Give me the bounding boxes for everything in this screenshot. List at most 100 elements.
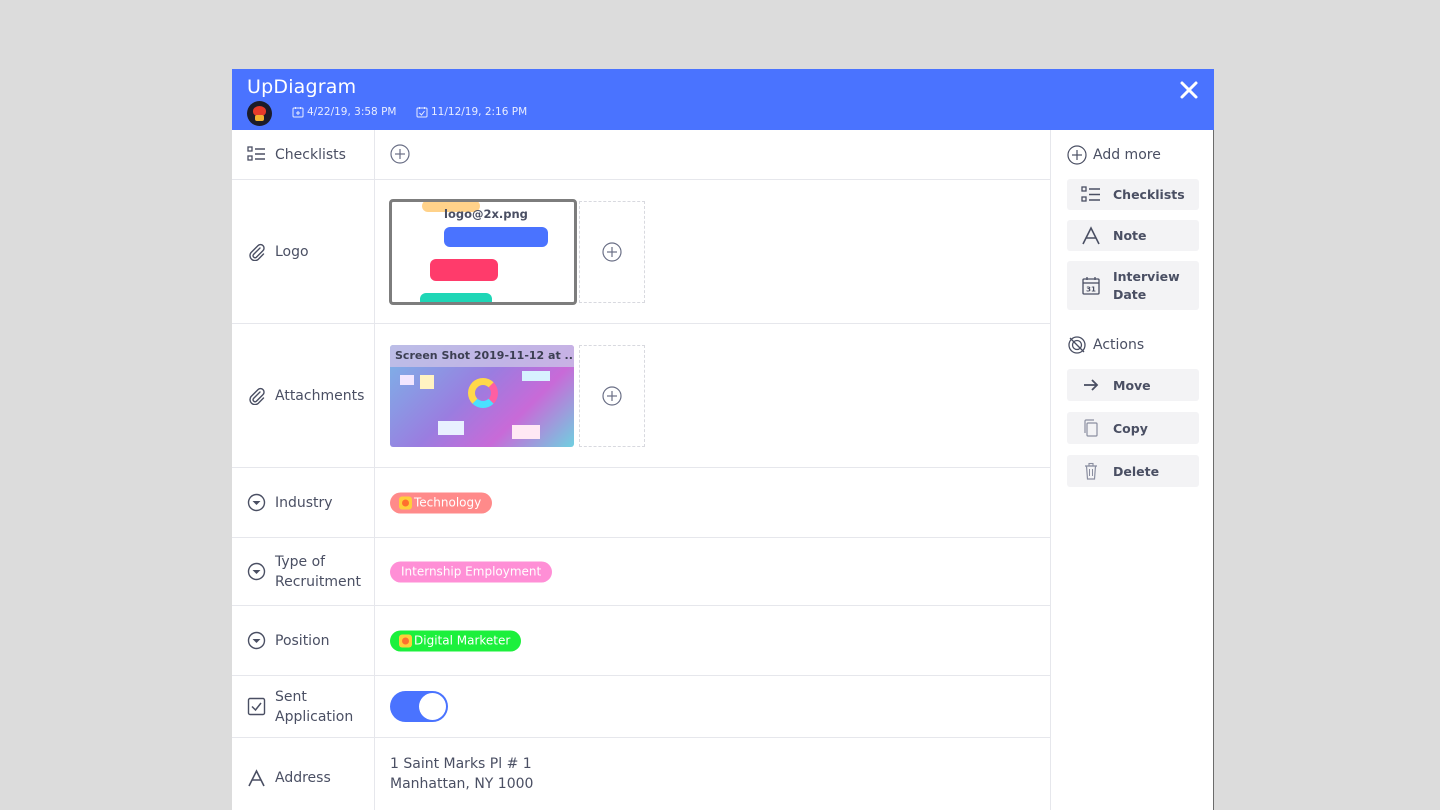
button-label: Interview Date xyxy=(1113,268,1180,304)
plus-circle-icon xyxy=(602,242,622,262)
tag-text: Digital Marketer xyxy=(414,633,511,648)
attachment-file-name: Screen Shot 2019-11-12 at ... xyxy=(395,349,574,362)
logo-bar-red xyxy=(430,259,498,281)
field-label-text: Attachments xyxy=(275,387,365,404)
address-value[interactable]: 1 Saint Marks Pl # 1 Manhattan, NY 1000 xyxy=(390,754,533,794)
add-attachment-button[interactable] xyxy=(579,345,645,447)
attachment-shape xyxy=(512,425,540,439)
modal-header: UpDiagram 4/22/19, 3:58 PM 11/12/19, 2:1… xyxy=(232,69,1214,130)
field-row-attachments: Attachments Screen Shot 2019-11-12 at ..… xyxy=(232,324,1050,468)
field-value: Screen Shot 2019-11-12 at ... xyxy=(375,324,1050,467)
label-line-1: Type of xyxy=(275,553,326,570)
field-value[interactable]: 1 Saint Marks Pl # 1 Manhattan, NY 1000 xyxy=(375,738,1050,810)
modal-edge xyxy=(1213,130,1214,810)
paperclip-icon xyxy=(249,243,265,261)
updated-date-text: 11/12/19, 2:16 PM xyxy=(431,106,528,118)
attachment-donut xyxy=(468,378,498,408)
toggle-knob xyxy=(419,693,446,720)
logo-bar-teal xyxy=(420,293,492,302)
tag-text: Technology xyxy=(414,495,482,510)
add-more-label: Add more xyxy=(1093,147,1161,163)
delete-button[interactable]: Delete xyxy=(1067,455,1199,487)
plus-circle-icon xyxy=(602,386,622,406)
close-icon[interactable] xyxy=(1178,79,1200,101)
attachment-shape xyxy=(420,375,434,389)
calendar-icon: 31 xyxy=(1082,276,1100,295)
text-icon xyxy=(1082,225,1100,244)
logo-bar-blue xyxy=(444,227,548,247)
paperclip-icon xyxy=(249,387,265,405)
actions-icon xyxy=(1068,336,1086,354)
sidebar: Add more Checklists Note 31 Interview Dat… xyxy=(1050,130,1214,810)
attachment-thumbnail[interactable]: Screen Shot 2019-11-12 at ... xyxy=(390,345,574,447)
sent-application-toggle[interactable] xyxy=(390,691,448,722)
field-label: Logo xyxy=(232,180,375,323)
tag-emoji-icon xyxy=(399,634,412,647)
address-line-1: 1 Saint Marks Pl # 1 xyxy=(390,756,532,772)
field-label: Attachments xyxy=(232,324,375,467)
move-button[interactable]: Move xyxy=(1067,369,1199,401)
checkbox-icon xyxy=(247,697,266,716)
avatar[interactable] xyxy=(247,101,272,126)
field-row-logo: Logo logo@2x.png xyxy=(232,180,1050,324)
field-value: logo@2x.png xyxy=(375,180,1050,323)
label-line-1: Interview xyxy=(1113,268,1180,284)
field-row-address: Address 1 Saint Marks Pl # 1 Manhattan, … xyxy=(232,738,1050,810)
field-value[interactable]: Digital Marketer xyxy=(375,606,1050,675)
add-checklists-button[interactable]: Checklists xyxy=(1067,179,1199,210)
logo-thumbnail[interactable]: logo@2x.png xyxy=(389,199,577,305)
field-label: Position xyxy=(232,606,375,675)
field-list: Checklists Logo logo@2x.png Attachments … xyxy=(232,130,1050,810)
field-value xyxy=(375,130,1050,179)
add-logo-button[interactable] xyxy=(579,201,645,303)
field-label: Address xyxy=(232,738,375,810)
add-interview-date-button[interactable]: 31 Interview Date xyxy=(1067,261,1199,310)
button-label: Copy xyxy=(1113,420,1148,436)
recruitment-tag[interactable]: Internship Employment xyxy=(390,561,553,582)
field-value xyxy=(375,676,1050,737)
field-label: Type of Recruitment xyxy=(232,538,375,605)
field-row-industry: Industry Technology xyxy=(232,468,1050,538)
checklist-icon xyxy=(247,146,265,161)
text-icon xyxy=(248,768,265,786)
trash-icon xyxy=(1085,462,1097,480)
card-title[interactable]: UpDiagram xyxy=(247,76,356,98)
add-note-button[interactable]: Note xyxy=(1067,220,1199,251)
address-line-2: Manhattan, NY 1000 xyxy=(390,776,534,792)
dropdown-circle-icon xyxy=(247,562,266,581)
field-label-text: Position xyxy=(275,632,330,649)
field-value[interactable]: Internship Employment xyxy=(375,538,1050,605)
field-row-position: Position Digital Marketer xyxy=(232,606,1050,676)
actions-header: Actions xyxy=(1067,335,1144,355)
created-date-text: 4/22/19, 3:58 PM xyxy=(307,106,397,118)
field-label-text: Type of Recruitment xyxy=(275,552,361,592)
field-label-text: Address xyxy=(275,770,331,786)
field-row-recruitment-type: Type of Recruitment Internship Employment xyxy=(232,538,1050,606)
field-label: Sent Application xyxy=(232,676,375,737)
position-tag[interactable]: Digital Marketer xyxy=(390,630,522,651)
tag-emoji-icon xyxy=(399,496,412,509)
tag-text: Internship Employment xyxy=(401,564,542,579)
field-value[interactable]: Technology xyxy=(375,468,1050,537)
field-label: Checklists xyxy=(232,130,375,179)
attachment-shape xyxy=(522,371,550,381)
button-label: Move xyxy=(1113,377,1151,393)
dropdown-circle-icon xyxy=(247,631,266,650)
field-row-checklists: Checklists xyxy=(232,130,1050,180)
field-label-text: Logo xyxy=(275,243,309,260)
field-row-sent-application: Sent Application xyxy=(232,676,1050,738)
label-line-2: Date xyxy=(1113,286,1147,302)
field-label: Industry xyxy=(232,468,375,537)
add-more-header[interactable]: Add more xyxy=(1067,145,1161,165)
industry-tag[interactable]: Technology xyxy=(390,492,493,513)
field-label-text: Checklists xyxy=(275,146,346,163)
label-line-2: Recruitment xyxy=(275,573,362,590)
label-line-2: Application xyxy=(275,708,354,725)
calendar-check-icon xyxy=(416,107,428,118)
logo-file-name: logo@2x.png xyxy=(444,207,528,221)
add-checklist-icon[interactable] xyxy=(390,144,410,164)
copy-button[interactable]: Copy xyxy=(1067,412,1199,444)
calendar-add-icon xyxy=(292,107,304,118)
label-line-1: Sent xyxy=(275,688,307,705)
field-label-text: Industry xyxy=(275,494,333,511)
